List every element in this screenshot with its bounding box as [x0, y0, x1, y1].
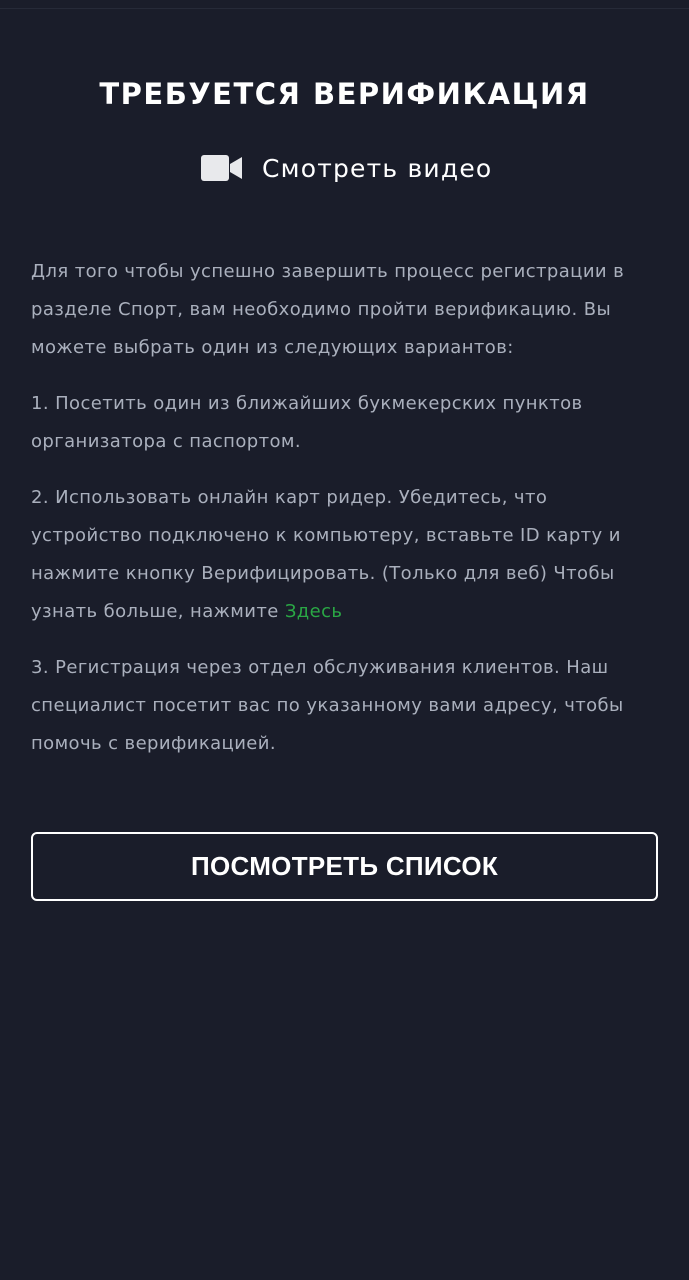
option-2-paragraph: 2. Использовать онлайн карт ридер. Убеди… — [31, 479, 661, 631]
here-link[interactable]: Здесь — [285, 601, 343, 622]
verification-instructions: Для того чтобы успешно завершить процесс… — [31, 253, 661, 763]
page-title: ТРЕБУЕТСЯ ВЕРИФИКАЦИЯ — [99, 77, 590, 111]
option-1-text: 1. Посетить один из ближайших букмекерск… — [31, 393, 583, 452]
verification-page: ТРЕБУЕТСЯ ВЕРИФИКАЦИЯ Смотреть видео Для… — [0, 0, 689, 1280]
video-camera-icon — [200, 152, 244, 184]
intro-text: Для того чтобы успешно завершить процесс… — [31, 261, 625, 358]
watch-video-link[interactable]: Смотреть видео — [200, 148, 492, 188]
option-3-text: 3. Регистрация через отдел обслуживания … — [31, 657, 624, 754]
view-list-button[interactable]: ПОСМОТРЕТЬ СПИСОК — [31, 832, 658, 901]
watch-video-label: Смотреть видео — [262, 153, 493, 183]
top-divider — [0, 8, 689, 9]
